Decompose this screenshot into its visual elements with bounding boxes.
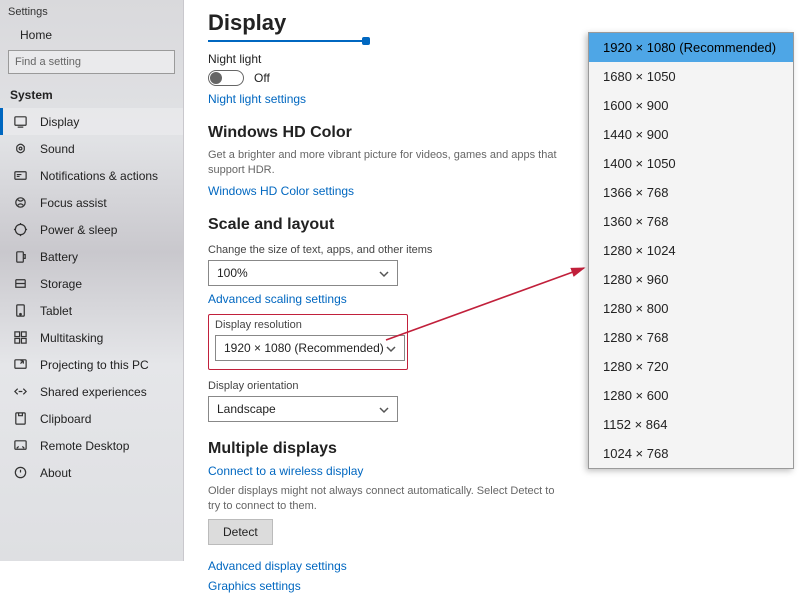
multi-display-desc: Older displays might not always connect … — [208, 484, 568, 514]
orientation-dropdown[interactable]: Landscape — [208, 396, 398, 422]
title-underline-slider[interactable] — [208, 40, 368, 42]
resolution-option[interactable]: 1280 × 960 — [589, 265, 793, 294]
sidebar-item-display[interactable]: Display — [0, 108, 183, 135]
connect-wireless-link[interactable]: Connect to a wireless display — [208, 464, 363, 478]
sidebar-item-battery[interactable]: Battery — [0, 243, 183, 270]
nav-icon — [13, 168, 28, 183]
sidebar-item-label: Sound — [40, 142, 75, 156]
sidebar-item-multitasking[interactable]: Multitasking — [0, 324, 183, 351]
nav-icon — [13, 303, 28, 318]
sidebar-group-label: System — [0, 82, 183, 108]
sidebar-item-shared-experiences[interactable]: Shared experiences — [0, 378, 183, 405]
nav-icon — [13, 114, 28, 129]
settings-main: Display Night light Off Night light sett… — [190, 0, 598, 561]
nav-icon — [13, 357, 28, 372]
nav-icon — [13, 276, 28, 291]
chevron-down-icon — [379, 404, 389, 414]
nav-icon — [13, 195, 28, 210]
sidebar-item-projecting-to-this-pc[interactable]: Projecting to this PC — [0, 351, 183, 378]
orientation-label: Display orientation — [208, 380, 580, 392]
sidebar-item-storage[interactable]: Storage — [0, 270, 183, 297]
nav-icon — [13, 411, 28, 426]
resolution-option[interactable]: 1280 × 600 — [589, 381, 793, 410]
advanced-scaling-link[interactable]: Advanced scaling settings — [208, 292, 347, 306]
resolution-option[interactable]: 1152 × 864 — [589, 410, 793, 439]
night-light-toggle[interactable] — [208, 70, 244, 86]
resolution-highlight: Display resolution 1920 × 1080 (Recommen… — [208, 314, 408, 370]
sidebar-home-label: Home — [20, 28, 52, 42]
orientation-value: Landscape — [217, 402, 276, 416]
nav-icon — [13, 384, 28, 399]
text-size-value: 100% — [217, 266, 248, 280]
nav-icon — [13, 330, 28, 345]
resolution-option[interactable]: 1400 × 1050 — [589, 149, 793, 178]
hd-color-desc: Get a brighter and more vibrant picture … — [208, 148, 568, 178]
sidebar-item-focus-assist[interactable]: Focus assist — [0, 189, 183, 216]
resolution-option[interactable]: 1440 × 900 — [589, 120, 793, 149]
sidebar-item-label: Notifications & actions — [40, 169, 158, 183]
multi-display-heading: Multiple displays — [208, 440, 580, 458]
graphics-settings-link[interactable]: Graphics settings — [208, 579, 301, 593]
sidebar-item-label: Projecting to this PC — [40, 358, 149, 372]
resolution-label: Display resolution — [215, 319, 401, 331]
page-title: Display — [208, 10, 580, 36]
sidebar-item-label: About — [40, 466, 71, 480]
sidebar-item-clipboard[interactable]: Clipboard — [0, 405, 183, 432]
scale-heading: Scale and layout — [208, 216, 580, 234]
nav-icon — [13, 222, 28, 237]
sidebar-item-tablet[interactable]: Tablet — [0, 297, 183, 324]
resolution-options-popup[interactable]: 1920 × 1080 (Recommended)1680 × 10501600… — [588, 32, 794, 469]
night-light-label: Night light — [208, 52, 580, 66]
resolution-value: 1920 × 1080 (Recommended) — [224, 341, 384, 355]
sidebar-item-label: Tablet — [40, 304, 72, 318]
night-light-settings-link[interactable]: Night light settings — [208, 92, 306, 106]
app-title: Settings — [0, 0, 183, 22]
sidebar-item-label: Power & sleep — [40, 223, 117, 237]
advanced-display-link[interactable]: Advanced display settings — [208, 559, 347, 573]
sidebar-item-about[interactable]: About — [0, 459, 183, 486]
sidebar-item-label: Display — [40, 115, 79, 129]
chevron-down-icon — [386, 343, 396, 353]
search-input[interactable]: Find a setting — [8, 50, 175, 74]
sidebar-item-remote-desktop[interactable]: Remote Desktop — [0, 432, 183, 459]
resolution-option[interactable]: 1280 × 1024 — [589, 236, 793, 265]
nav-icon — [13, 141, 28, 156]
hd-color-link[interactable]: Windows HD Color settings — [208, 184, 354, 198]
resolution-option[interactable]: 1280 × 720 — [589, 352, 793, 381]
sidebar-item-sound[interactable]: Sound — [0, 135, 183, 162]
resolution-option[interactable]: 1366 × 768 — [589, 178, 793, 207]
resolution-option[interactable]: 1360 × 768 — [589, 207, 793, 236]
sidebar-item-label: Battery — [40, 250, 78, 264]
sidebar-item-label: Multitasking — [40, 331, 103, 345]
nav-icon — [13, 465, 28, 480]
resolution-option[interactable]: 1920 × 1080 (Recommended) — [589, 33, 793, 62]
sidebar-item-label: Remote Desktop — [40, 439, 129, 453]
search-placeholder: Find a setting — [15, 56, 81, 68]
text-size-dropdown[interactable]: 100% — [208, 260, 398, 286]
resolution-option[interactable]: 1600 × 900 — [589, 91, 793, 120]
nav-icon — [13, 249, 28, 264]
hd-color-heading: Windows HD Color — [208, 124, 580, 142]
resolution-option[interactable]: 1024 × 768 — [589, 439, 793, 468]
sidebar-item-label: Storage — [40, 277, 82, 291]
sidebar-item-power-sleep[interactable]: Power & sleep — [0, 216, 183, 243]
resolution-dropdown[interactable]: 1920 × 1080 (Recommended) — [215, 335, 405, 361]
sidebar-item-label: Shared experiences — [40, 385, 147, 399]
sidebar-item-notifications-actions[interactable]: Notifications & actions — [0, 162, 183, 189]
resolution-option[interactable]: 1280 × 768 — [589, 323, 793, 352]
settings-sidebar: Settings Home Find a setting System Disp… — [0, 0, 184, 561]
nav-icon — [13, 438, 28, 453]
sidebar-item-label: Focus assist — [40, 196, 107, 210]
text-size-label: Change the size of text, apps, and other… — [208, 244, 580, 256]
sidebar-item-label: Clipboard — [40, 412, 91, 426]
sidebar-home[interactable]: Home — [0, 22, 183, 50]
night-light-state: Off — [254, 71, 270, 85]
chevron-down-icon — [379, 268, 389, 278]
resolution-option[interactable]: 1680 × 1050 — [589, 62, 793, 91]
detect-button[interactable]: Detect — [208, 519, 273, 545]
resolution-option[interactable]: 1280 × 800 — [589, 294, 793, 323]
